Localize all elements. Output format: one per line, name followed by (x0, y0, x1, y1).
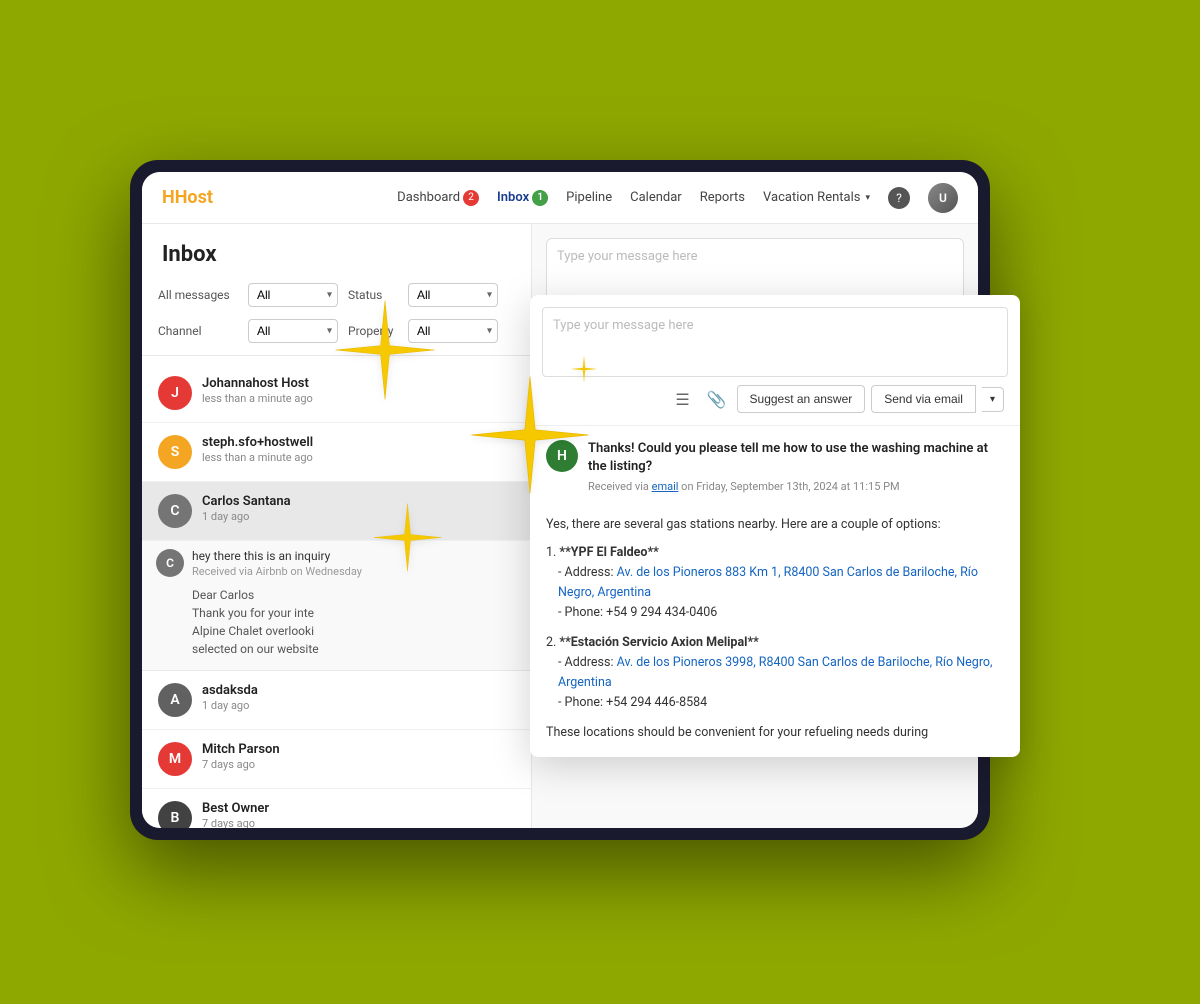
chat-compose-input[interactable]: Type your message here (542, 307, 1008, 377)
status-label: Status (348, 288, 398, 302)
filter-row-1: All messages All Status All (142, 279, 531, 311)
avatar: B (158, 801, 192, 828)
avatar: C (158, 494, 192, 528)
logo-host-text: Host (175, 187, 213, 208)
channel-select-wrapper: All (248, 319, 338, 343)
response-item-1: 1. **YPF El Faldeo** - Address: Av. de l… (546, 543, 1004, 623)
logo-host: H (162, 187, 175, 208)
msg-time: 1 day ago (202, 699, 515, 712)
nav-calendar[interactable]: Calendar (630, 190, 682, 205)
chat-timestamp: Received via email on Friday, September … (588, 480, 1004, 493)
msg-info: steph.sfo+hostwell less than a minute ag… (202, 435, 515, 464)
msg-name: Best Owner (202, 801, 515, 816)
chat-compose: Type your message here ☰ 📎 Suggest an an… (530, 295, 1020, 426)
property-select-wrapper: All (408, 319, 498, 343)
address-link-1: Av. de los Pioneros 883 Km 1, R8400 San … (558, 565, 978, 600)
list-item[interactable]: S steph.sfo+hostwell less than a minute … (142, 423, 531, 482)
all-messages-select[interactable]: All (248, 283, 338, 307)
response-intro: Yes, there are several gas stations near… (546, 515, 1004, 535)
chat-send-button[interactable]: Send via email (871, 385, 976, 413)
chevron-down-icon: ▾ (865, 193, 870, 203)
list-item[interactable]: J Johannahost Host less than a minute ag… (142, 364, 531, 423)
logo: HHost (162, 187, 213, 208)
chat-bubble-text: Thanks! Could you please tell me how to … (588, 440, 1004, 476)
inbox-title: Inbox (142, 224, 531, 279)
msg-name: steph.sfo+hostwell (202, 435, 515, 450)
filter-divider (142, 355, 531, 356)
status-select[interactable]: All (408, 283, 498, 307)
msg-name: asdaksda (202, 683, 515, 698)
list-item[interactable]: C Carlos Santana 1 day ago (142, 482, 531, 541)
nav-bar: HHost Dashboard 2 Inbox 1 Pipeline Calen… (142, 172, 978, 224)
chat-panel: Type your message here ☰ 📎 Suggest an an… (530, 295, 1020, 757)
status-select-wrapper: All (408, 283, 498, 307)
message-preview: C hey there this is an inquiry Received … (142, 541, 531, 671)
nav-items: Dashboard 2 Inbox 1 Pipeline Calendar Re… (397, 183, 958, 213)
preview-avatar: C (156, 549, 184, 577)
msg-info: Mitch Parson 7 days ago (202, 742, 515, 771)
msg-time: 7 days ago (202, 758, 515, 771)
msg-info: Johannahost Host less than a minute ago (202, 376, 515, 405)
chat-attachment-icon[interactable]: 📎 (703, 385, 731, 413)
avatar: M (158, 742, 192, 776)
preview-timestamp: Received via Airbnb on Wednesday (192, 565, 517, 578)
avatar[interactable]: U (928, 183, 958, 213)
chat-send-dropdown-button[interactable]: ▾ (982, 387, 1004, 412)
chat-compose-toolbar: ☰ 📎 Suggest an answer Send via email ▾ (542, 377, 1008, 413)
all-messages-label: All messages (158, 288, 238, 302)
inbox-panel: Inbox All messages All Status All (142, 224, 532, 828)
list-item[interactable]: B Best Owner 7 days ago (142, 789, 531, 828)
chat-avatar: H (546, 440, 578, 472)
chat-response: Yes, there are several gas stations near… (530, 507, 1020, 757)
all-messages-select-wrapper: All (248, 283, 338, 307)
chat-suggest-answer-button[interactable]: Suggest an answer (737, 385, 866, 413)
chat-notes-icon[interactable]: ☰ (669, 385, 697, 413)
response-outro: These locations should be convenient for… (546, 723, 1004, 743)
msg-time: 1 day ago (202, 510, 515, 523)
email-link[interactable]: email (652, 480, 679, 493)
address-link-2: Av. de los Pioneros 3998, R8400 San Carl… (558, 655, 993, 690)
chat-message-section: H Thanks! Could you please tell me how t… (530, 426, 1020, 507)
list-item[interactable]: A asdaksda 1 day ago (142, 671, 531, 730)
msg-info: Best Owner 7 days ago (202, 801, 515, 828)
dashboard-badge: 2 (463, 190, 479, 206)
avatar: J (158, 376, 192, 410)
channel-label: Channel (158, 324, 238, 338)
msg-time: 7 days ago (202, 817, 515, 828)
nav-pipeline[interactable]: Pipeline (566, 190, 612, 205)
nav-vacation-rentals[interactable]: Vacation Rentals ▾ (763, 190, 870, 205)
avatar: A (158, 683, 192, 717)
msg-name: Carlos Santana (202, 494, 515, 509)
chat-bubble: Thanks! Could you please tell me how to … (588, 440, 1004, 493)
help-icon[interactable]: ? (888, 187, 910, 209)
preview-body: Dear Carlos Thank you for your inte Alpi… (156, 586, 517, 658)
msg-time: less than a minute ago (202, 451, 515, 464)
nav-dashboard[interactable]: Dashboard 2 (397, 190, 479, 206)
response-item-2: 2. **Estación Servicio Axion Melipal** -… (546, 633, 1004, 713)
filter-row-2: Channel All Property All (142, 315, 531, 347)
chat-message-row: H Thanks! Could you please tell me how t… (546, 440, 1004, 493)
message-list: J Johannahost Host less than a minute ag… (142, 364, 531, 828)
msg-name: Mitch Parson (202, 742, 515, 757)
nav-inbox[interactable]: Inbox 1 (497, 190, 548, 206)
channel-select[interactable]: All (248, 319, 338, 343)
preview-text-1: hey there this is an inquiry (192, 549, 517, 563)
inbox-badge: 1 (532, 190, 548, 206)
property-select[interactable]: All (408, 319, 498, 343)
msg-time: less than a minute ago (202, 392, 515, 405)
msg-info: Carlos Santana 1 day ago (202, 494, 515, 523)
list-item[interactable]: M Mitch Parson 7 days ago (142, 730, 531, 789)
avatar: S (158, 435, 192, 469)
nav-reports[interactable]: Reports (700, 190, 745, 205)
property-label: Property (348, 324, 398, 338)
msg-name: Johannahost Host (202, 376, 515, 391)
msg-info: asdaksda 1 day ago (202, 683, 515, 712)
